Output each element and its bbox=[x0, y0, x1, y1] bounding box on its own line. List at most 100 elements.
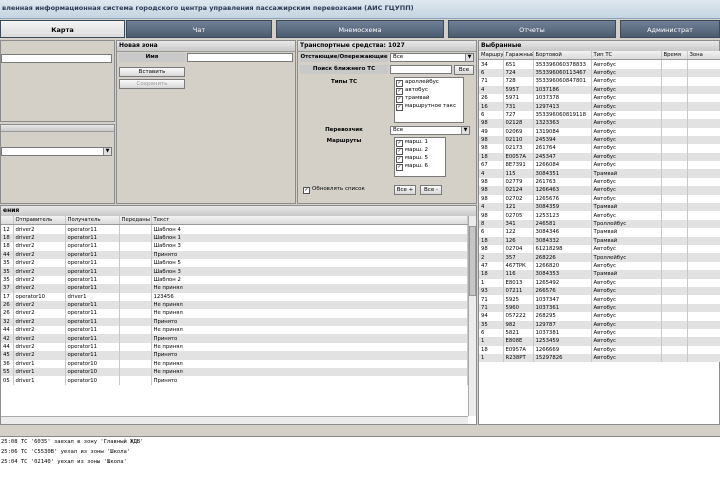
table-row[interactable]: 1 E8013 1265492 Автобус bbox=[479, 278, 720, 287]
table-row[interactable]: 34 651 353396060378833 Автобус bbox=[479, 59, 720, 69]
table-row[interactable]: 6 122 3084346 Трамвай bbox=[479, 228, 720, 237]
type-checkbox[interactable]: ✓ ароллейбус bbox=[395, 78, 463, 87]
table-row[interactable]: 1 R238РТ 15297826 Автобус bbox=[479, 354, 720, 363]
messages-vertical-scrollbar[interactable] bbox=[468, 216, 476, 416]
table-row[interactable]: 12 driver2 operator11 Шаблон 4 bbox=[1, 224, 468, 234]
tab-mnemonic[interactable]: Мнемосхема bbox=[276, 20, 444, 38]
table-cell bbox=[661, 110, 688, 120]
left-bottom-select[interactable]: ▼ bbox=[1, 147, 112, 156]
table-row[interactable]: 16 731 1297413 Автобус bbox=[479, 102, 720, 111]
msg-column-header[interactable]: Получатель bbox=[65, 216, 120, 226]
save-zone-button[interactable]: Сохранить bbox=[119, 79, 185, 89]
sel-column-header[interactable]: Гаражный bbox=[503, 51, 534, 61]
table-row[interactable]: 45 driver2 operator11 Принято bbox=[1, 351, 468, 360]
tab-chat[interactable]: Чат bbox=[126, 20, 272, 38]
left-top-input[interactable] bbox=[1, 54, 112, 63]
nearest-input[interactable] bbox=[390, 65, 452, 74]
table-row[interactable]: 93 07211 266576 Автобус bbox=[479, 286, 720, 296]
table-row[interactable]: 47 467ТРК 1266820 Автобус bbox=[479, 261, 720, 271]
table-row[interactable]: 98 02173 261764 Автобус bbox=[479, 144, 720, 153]
route-checkbox[interactable]: ✓ марш. 2 bbox=[395, 146, 445, 155]
type-checkbox[interactable]: ✓ автобус bbox=[395, 86, 463, 95]
table-row[interactable]: 35 driver2 operator11 Шаблон 3 bbox=[1, 267, 468, 276]
msg-column-header[interactable]: Отправитель bbox=[13, 216, 66, 226]
table-row[interactable]: 6 724 353396060113467 Автобус bbox=[479, 68, 720, 78]
table-row[interactable]: 98 02704 61218298 Автобус bbox=[479, 244, 720, 254]
table-row[interactable]: 05 driver1 operator10 Принято bbox=[1, 376, 468, 385]
tab-admin[interactable]: Администрат bbox=[620, 20, 720, 38]
table-row[interactable]: 71 5960 1037361 Автобус bbox=[479, 303, 720, 313]
table-row[interactable]: 8 341 246581 Троллейбус bbox=[479, 219, 720, 229]
table-cell: 1265492 bbox=[533, 278, 592, 287]
table-row[interactable]: 6 727 353396060819118 Автобус bbox=[479, 110, 720, 120]
table-row[interactable]: 44 driver2 operator11 Не принял bbox=[1, 342, 468, 352]
sel-column-header[interactable]: Время bbox=[661, 51, 688, 61]
table-row[interactable]: 98 02110 245394 Автобус bbox=[479, 135, 720, 145]
table-row[interactable]: 18 126 3084332 Трамвай bbox=[479, 236, 720, 245]
route-checkbox[interactable]: ✓ марш. 5 bbox=[395, 154, 445, 163]
table-row[interactable]: 71 728 353396060847801 Автобус bbox=[479, 77, 720, 86]
table-row[interactable]: 18 E0057A 245347 Автобус bbox=[479, 152, 720, 162]
msg-column-header[interactable]: Переданы bbox=[119, 216, 152, 226]
tracked-select[interactable]: Все ▼ bbox=[390, 53, 474, 62]
messages-horizontal-scrollbar[interactable] bbox=[1, 416, 468, 424]
table-row[interactable]: 26 5971 1037378 Автобус bbox=[479, 93, 720, 103]
table-row[interactable]: 6 5821 1037381 Автобус bbox=[479, 328, 720, 338]
msg-column-header[interactable] bbox=[1, 216, 14, 226]
carrier-select[interactable]: Все ▼ bbox=[390, 126, 470, 135]
table-row[interactable]: 36 driver1 operator10 Не принял bbox=[1, 359, 468, 369]
table-row[interactable]: 98 02124 1266463 Автобус bbox=[479, 186, 720, 195]
table-row[interactable]: 44 driver2 operator11 Принято bbox=[1, 250, 468, 259]
table-row[interactable]: 98 02705 1253123 Автобус bbox=[479, 211, 720, 220]
table-cell: Троллейбус bbox=[591, 253, 662, 262]
table-row[interactable]: 26 driver2 operator11 Не принял bbox=[1, 309, 468, 318]
table-row[interactable]: 35 982 129787 Автобус bbox=[479, 320, 720, 329]
sel-column-header[interactable]: Маршрут bbox=[479, 51, 504, 61]
table-row[interactable]: 18 E0957A 1266669 Автобус bbox=[479, 345, 720, 355]
table-row[interactable]: 4 121 3084359 Трамвай bbox=[479, 203, 720, 212]
table-row[interactable]: 35 driver2 operator11 Шаблон 2 bbox=[1, 275, 468, 285]
table-row[interactable]: 35 driver2 operator11 Шаблон 5 bbox=[1, 258, 468, 268]
sel-column-header[interactable]: Тип ТС bbox=[591, 51, 662, 61]
table-row[interactable]: 18 driver2 operator11 Шаблон 3 bbox=[1, 242, 468, 251]
sel-column-header[interactable]: Бортовой bbox=[533, 51, 592, 61]
table-row[interactable]: 42 driver2 operator11 Принято bbox=[1, 334, 468, 343]
type-checkbox[interactable]: ✓ трамвай bbox=[395, 94, 463, 103]
table-row[interactable]: 98 02702 1265676 Автобус bbox=[479, 194, 720, 204]
scrollbar-thumb[interactable] bbox=[469, 226, 476, 296]
table-row[interactable]: 37 driver2 operator11 Не принял bbox=[1, 284, 468, 293]
msg-column-header[interactable]: Текст bbox=[151, 216, 468, 226]
refresh-list-checkbox[interactable]: ✓ Обновлять список bbox=[302, 185, 365, 194]
table-cell: driver2 bbox=[13, 267, 66, 276]
select-all-routes-button[interactable]: Все + bbox=[394, 185, 416, 195]
table-row[interactable]: 4 115 3084351 Трамвай bbox=[479, 169, 720, 178]
tab-map[interactable]: Карта bbox=[0, 20, 125, 38]
route-checkbox[interactable]: ✓ марш. 6 bbox=[395, 162, 445, 171]
type-checkbox[interactable]: ✓ маршрутное такс bbox=[395, 102, 463, 111]
table-cell: Автобус bbox=[591, 328, 662, 338]
table-row[interactable]: 26 driver2 operator11 Не принял bbox=[1, 300, 468, 310]
deselect-all-routes-button[interactable]: Все - bbox=[420, 185, 442, 195]
table-row[interactable]: 18 116 3084353 Трамвай bbox=[479, 270, 720, 279]
table-row[interactable]: 44 driver2 operator11 Не принял bbox=[1, 326, 468, 335]
table-row[interactable]: 98 02779 261763 Автобус bbox=[479, 177, 720, 187]
table-row[interactable]: 4 5957 1037186 Автобус bbox=[479, 85, 720, 94]
table-row[interactable]: 71 5925 1037347 Автобус bbox=[479, 295, 720, 304]
draw-zone-button[interactable]: Вставить bbox=[119, 67, 185, 77]
sel-column-header[interactable]: Зона bbox=[687, 51, 720, 61]
table-row[interactable]: 18 driver2 operator11 Шаблон 1 bbox=[1, 233, 468, 243]
table-row[interactable]: 1 E808Е 1253459 Автобус bbox=[479, 337, 720, 346]
table-row[interactable]: 49 02069 1319084 Автобус bbox=[479, 127, 720, 136]
table-row[interactable]: 67 8E7391 1266084 Автобус bbox=[479, 161, 720, 170]
table-row[interactable]: 55 driver1 operator10 Не принял bbox=[1, 368, 468, 377]
table-row[interactable]: 17 operator10 driver1 123456 bbox=[1, 292, 468, 301]
table-row[interactable]: 32 driver2 operator11 Принято bbox=[1, 317, 468, 327]
route-checkbox[interactable]: ✓ марш. 1 bbox=[395, 138, 445, 147]
table-row[interactable]: 94 057222 268295 Автобус bbox=[479, 312, 720, 321]
zone-name-input[interactable] bbox=[187, 53, 293, 62]
table-cell: 727 bbox=[503, 110, 534, 120]
table-row[interactable]: 98 02128 1323363 Автобус bbox=[479, 119, 720, 128]
tab-reports[interactable]: Отчеты bbox=[448, 20, 616, 38]
table-row[interactable]: 2 357 268226 Троллейбус bbox=[479, 253, 720, 262]
nearest-all-button[interactable]: Все bbox=[454, 65, 474, 75]
